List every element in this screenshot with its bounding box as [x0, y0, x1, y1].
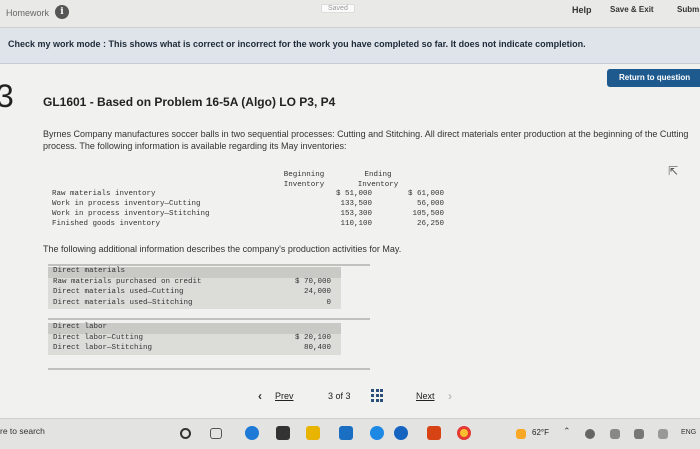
table-row: Direct labor—Stitching 80,400 [48, 344, 341, 355]
return-to-question-button[interactable]: Return to question [607, 69, 700, 87]
network-icon[interactable] [585, 429, 595, 439]
table-row: Work in process inventory—Stitching 153,… [52, 210, 444, 220]
row-label: Direct labor—Stitching [53, 344, 153, 352]
prev-button[interactable]: Prev [275, 391, 294, 401]
table-row: Raw materials purchased on credit $ 70,0… [48, 278, 341, 289]
grid-icon[interactable] [371, 389, 384, 402]
chevron-right-icon[interactable]: › [448, 389, 452, 403]
table-row: Direct labor [48, 323, 341, 334]
wifi-icon[interactable] [610, 429, 620, 439]
row-label: Work in process inventory—Stitching [52, 210, 210, 218]
row-value: 80,400 [303, 344, 331, 352]
ending-inventory-header: Ending Inventory [357, 171, 399, 189]
taskbar: re to search 62°F ⌃ ENG [0, 418, 700, 449]
mouse-cursor-icon: ⇱ [668, 164, 679, 178]
save-exit-button[interactable]: Save & Exit [610, 5, 654, 14]
temperature: 62°F [532, 428, 549, 437]
language-indicator[interactable]: ENG [681, 429, 696, 436]
taskbar-search[interactable]: re to search [0, 426, 45, 436]
check-work-banner: Check my work mode : This shows what is … [0, 28, 700, 64]
direct-materials-table: Direct materials Raw materials purchased… [48, 267, 341, 309]
beginning-value: $ 51,000 [335, 190, 372, 198]
row-label: Direct materials used—Cutting [53, 288, 184, 296]
table-row: Direct materials used—Cutting 24,000 [48, 288, 341, 299]
ending-value: 26,250 [416, 220, 444, 228]
beginning-inventory-header: Beginning Inventory [283, 171, 325, 189]
app-icon[interactable] [370, 426, 384, 440]
ending-value: $ 61,000 [407, 190, 444, 198]
help-button[interactable]: Help [572, 5, 592, 15]
row-label: Raw materials purchased on credit [53, 277, 202, 286]
table-row: Direct labor—Cutting $ 20,100 [48, 334, 341, 345]
production-activities-text: The following additional information des… [43, 244, 402, 254]
cortana-icon[interactable] [180, 428, 191, 439]
row-label: Direct materials used—Stitching [53, 298, 193, 307]
banner-message: Check my work mode : This shows what is … [8, 39, 586, 49]
row-value: $ 20,100 [294, 333, 331, 342]
direct-labor-table: Direct labor Direct labor—Cutting $ 20,1… [48, 323, 341, 355]
file-explorer-icon[interactable] [306, 426, 320, 440]
divider [48, 264, 370, 266]
store-icon[interactable] [276, 426, 290, 440]
volume-icon[interactable] [634, 429, 644, 439]
info-icon[interactable]: i [55, 5, 69, 19]
next-button[interactable]: Next [416, 391, 435, 401]
chrome-icon[interactable] [457, 426, 471, 440]
section-heading: Direct labor [53, 323, 108, 331]
homework-label: Homework [6, 8, 50, 18]
saved-status: Saved [321, 4, 355, 13]
page-count: 3 of 3 [328, 391, 351, 401]
app-icon[interactable] [394, 426, 408, 440]
divider [48, 318, 370, 320]
table-row: Direct materials used—Stitching 0 [48, 299, 341, 310]
mail-icon[interactable] [339, 426, 353, 440]
task-view-icon[interactable] [210, 428, 222, 439]
pen-icon[interactable] [658, 429, 668, 439]
divider [48, 368, 370, 370]
submit-button[interactable]: Subm [677, 5, 699, 14]
table-row: Work in process inventory—Cutting 133,50… [52, 200, 444, 210]
question-number: 3 [0, 78, 14, 114]
row-label: Work in process inventory—Cutting [52, 200, 201, 208]
edge-icon[interactable] [245, 426, 259, 440]
chevron-up-icon[interactable]: ⌃ [563, 426, 571, 437]
table-row: Finished goods inventory 110,100 26,250 [52, 220, 444, 230]
row-label: Direct labor—Cutting [53, 333, 144, 342]
ending-value: 56,000 [416, 200, 444, 208]
office-icon[interactable] [427, 426, 441, 440]
question-title: GL1601 - Based on Problem 16-5A (Algo) L… [43, 95, 336, 109]
row-value: 24,000 [303, 288, 331, 296]
beginning-value: 153,300 [340, 210, 372, 218]
table-row: Raw materials inventory $ 51,000 $ 61,00… [52, 190, 444, 200]
row-label: Finished goods inventory [52, 220, 161, 228]
beginning-value: 110,100 [340, 220, 372, 228]
table-row: Direct materials [48, 267, 341, 278]
beginning-value: 133,500 [340, 200, 372, 208]
ending-value: 105,500 [412, 210, 444, 218]
weather-icon [516, 429, 526, 439]
problem-description: Byrnes Company manufactures soccer balls… [43, 129, 689, 151]
section-heading: Direct materials [53, 267, 126, 275]
row-value: 0 [326, 298, 331, 307]
chevron-left-icon[interactable]: ‹ [258, 389, 262, 403]
row-value: $ 70,000 [294, 277, 331, 286]
top-bar: Homework i Saved Help Save & Exit Subm [0, 0, 700, 28]
row-label: Raw materials inventory [52, 190, 156, 198]
